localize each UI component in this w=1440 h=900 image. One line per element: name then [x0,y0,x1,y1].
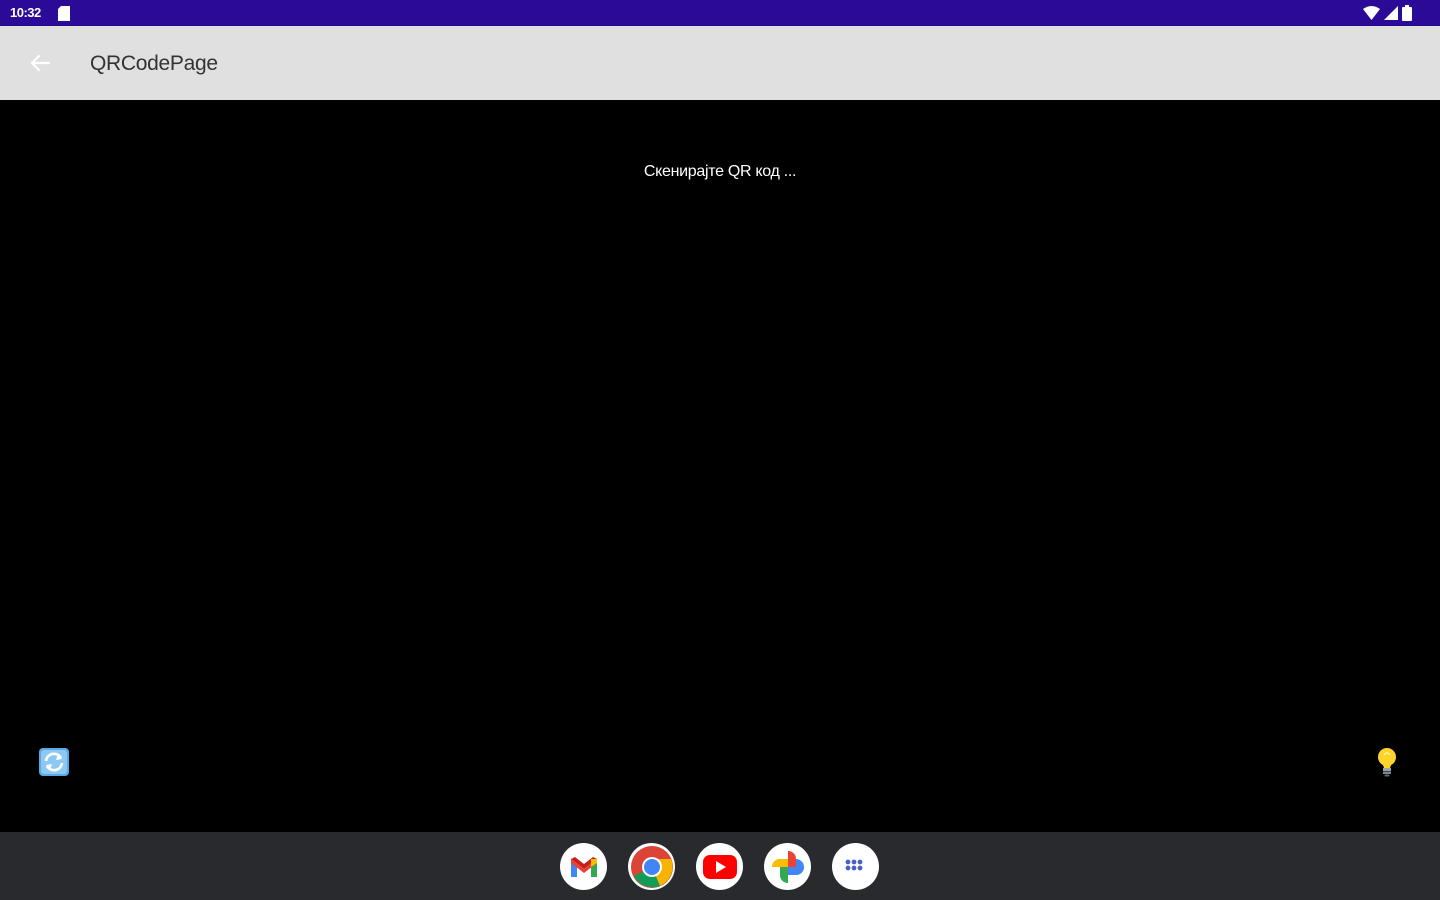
back-button[interactable] [22,45,58,81]
page-title: QRCodePage [90,52,218,75]
youtube-icon [702,854,737,879]
youtube-app-button[interactable] [696,843,743,890]
switch-camera-button[interactable] [38,747,70,777]
app-drawer-button[interactable] [832,843,879,890]
status-icons [1363,5,1412,21]
flashlight-button[interactable] [1372,746,1402,778]
sd-card-icon [58,6,70,21]
taskbar [0,832,1440,900]
app-dock [560,843,879,890]
scan-prompt: Скенирајте QR код ... [643,163,797,180]
camera-switch-icon [39,748,69,776]
signal-icon [1384,6,1398,20]
battery-icon [1402,5,1412,21]
app-bar: QRCodePage [0,26,1440,100]
camera-preview: Скенирајте QR код ... [0,100,1440,832]
gmail-icon [570,856,597,877]
status-bar: 10:32 [0,0,1440,26]
chrome-app-button[interactable] [628,843,675,890]
arrow-left-icon [30,54,50,72]
wifi-icon [1363,6,1380,20]
chrome-icon [630,845,673,888]
light-bulb-icon [1378,748,1396,777]
gmail-app-button[interactable] [560,843,607,890]
photos-app-button[interactable] [764,843,811,890]
status-time: 10:32 [10,5,41,20]
photos-icon [771,850,804,883]
app-drawer-icon [845,859,866,870]
